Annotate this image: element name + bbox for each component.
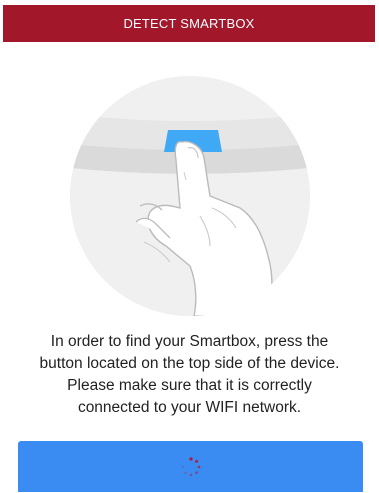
detect-button[interactable]	[18, 441, 363, 492]
instructions-text: In order to find your Smartbox, press th…	[0, 331, 379, 419]
finger-pressing-device-button-icon	[70, 76, 310, 316]
instructions-line: In order to find your Smartbox, press th…	[50, 333, 329, 350]
instructions-line: Please make sure that it is correctly	[67, 377, 312, 394]
loading-spinner-icon	[181, 456, 200, 476]
instructions-line: button located on the top side of the de…	[39, 355, 340, 372]
page-title: DETECT SMARTBOX	[123, 16, 255, 31]
header-bar: DETECT SMARTBOX	[3, 5, 375, 42]
instructions-line: connected to your WIFI network.	[77, 399, 302, 416]
